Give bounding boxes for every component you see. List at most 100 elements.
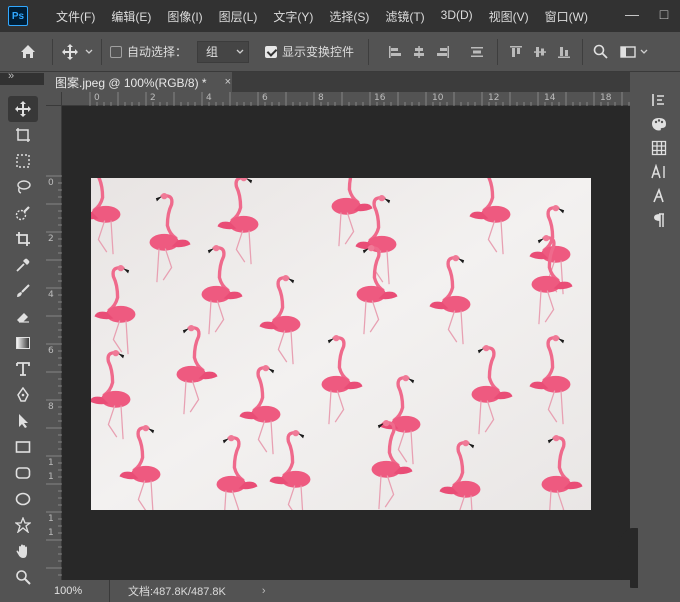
window-controls: — □ — [616, 0, 680, 32]
history-icon — [652, 94, 664, 106]
type-tool[interactable] — [4, 356, 42, 382]
path-select-tool[interactable] — [4, 408, 42, 434]
zoom-icon — [16, 570, 31, 585]
rounded-rectangle-tool[interactable] — [4, 460, 42, 486]
lasso-tool[interactable] — [4, 174, 42, 200]
lasso-icon — [17, 180, 31, 194]
workspace-icon — [620, 45, 636, 58]
pen-tool[interactable] — [4, 382, 42, 408]
move-tool[interactable] — [8, 96, 38, 122]
marquee-tool[interactable] — [4, 148, 42, 174]
eraser-tool[interactable] — [4, 304, 42, 330]
ruler-corner[interactable] — [46, 92, 62, 106]
move-tool-preset[interactable] — [61, 43, 93, 61]
history-panel-button[interactable] — [638, 88, 680, 112]
align-right-button[interactable] — [435, 45, 451, 59]
menu-filter[interactable]: 滤镜(T) — [377, 8, 432, 25]
status-menu-arrow[interactable]: › — [262, 585, 266, 597]
ruler-label: 14 — [544, 93, 556, 103]
home-icon — [21, 45, 35, 58]
search-button[interactable] — [593, 44, 608, 59]
glyphs-icon — [653, 188, 664, 203]
ruler-label: 2 — [150, 93, 156, 103]
align-middle-icon — [534, 46, 547, 57]
glyphs-panel-button[interactable] — [638, 184, 680, 208]
artboard-tool[interactable] — [4, 122, 42, 148]
gradient-tool[interactable] — [4, 330, 42, 356]
minimize-button[interactable]: — — [616, 0, 648, 28]
photoshop-logo[interactable]: Ps — [8, 6, 28, 26]
separator — [368, 38, 370, 65]
rectangle-tool[interactable] — [4, 434, 42, 460]
paragraph-panel-button[interactable] — [638, 208, 680, 232]
ruler-label: 8 — [48, 402, 54, 412]
cursor-arrow-icon — [19, 414, 28, 428]
menu-select[interactable]: 选择(S) — [321, 8, 377, 25]
eraser-icon — [17, 313, 29, 323]
character-panel-button[interactable] — [638, 160, 680, 184]
ruler-label: 6 — [262, 93, 268, 103]
document-image[interactable] — [91, 178, 591, 510]
quick-select-icon — [15, 206, 30, 221]
checkbox-box[interactable] — [265, 45, 278, 58]
eyedropper-tool[interactable] — [4, 252, 42, 278]
ellipse-tool[interactable] — [4, 486, 42, 512]
ruler-label: 8 — [318, 93, 324, 103]
ruler-label: 0 — [94, 93, 100, 103]
home-button[interactable] — [12, 38, 44, 66]
align-center-icon — [414, 45, 425, 58]
ruler-horizontal[interactable]: 0 2 4 6 8 10 12 14 16 18 — [62, 92, 630, 106]
ruler-label: 18 — [600, 93, 612, 103]
ellipse-icon — [15, 492, 31, 506]
ruler-label: 0 — [48, 178, 54, 188]
document-tab[interactable]: 图案.jpeg @ 100%(RGB/8) * × — [46, 72, 232, 92]
search-icon — [593, 44, 608, 59]
rectangle-icon — [15, 441, 31, 453]
menu-edit[interactable]: 编辑(E) — [103, 8, 159, 25]
brush-tool[interactable] — [4, 278, 42, 304]
hand-tool[interactable] — [4, 538, 42, 564]
menu-window[interactable]: 窗口(W) — [537, 8, 596, 25]
character-icon — [651, 164, 665, 179]
status-bar: 100% 文档:487.8K/487.8K › — [46, 580, 630, 602]
ruler-vertical[interactable]: 0 2 4 6 8 1 1 1 1 — [46, 106, 62, 580]
eyedropper-icon — [16, 258, 30, 272]
align-center-button[interactable] — [411, 45, 427, 59]
rounded-rectangle-icon — [15, 467, 31, 479]
menu-view[interactable]: 视图(V) — [481, 8, 537, 25]
pen-icon — [17, 387, 29, 402]
align-middle-button[interactable] — [532, 45, 548, 59]
zoom-level[interactable]: 100% — [46, 580, 110, 602]
crop-tool[interactable] — [4, 226, 42, 252]
zoom-tool[interactable] — [4, 564, 42, 590]
menu-type[interactable]: 文字(Y) — [265, 8, 321, 25]
menu-3d[interactable]: 3D(D) — [433, 8, 481, 25]
ruler-label: 1 — [48, 458, 54, 468]
menu-file[interactable]: 文件(F) — [48, 8, 103, 25]
auto-select-checkbox[interactable]: 自动选择： — [110, 43, 187, 60]
align-bottom-button[interactable] — [556, 45, 572, 59]
ruler-label: 10 — [432, 93, 444, 103]
menu-image[interactable]: 图像(I) — [159, 8, 210, 25]
workspace-button[interactable] — [620, 45, 648, 59]
auto-select-target-dropdown[interactable]: 组 — [197, 40, 250, 63]
align-top-button[interactable] — [508, 45, 524, 59]
checkbox-box[interactable] — [110, 45, 122, 58]
distribute-icon — [471, 46, 484, 57]
close-tab-button[interactable]: × — [225, 76, 231, 88]
color-panel-button[interactable] — [638, 112, 680, 136]
menu-layer[interactable]: 图层(L) — [211, 8, 266, 25]
swatches-panel-button[interactable] — [638, 136, 680, 160]
distribute-vertical-button[interactable] — [469, 45, 485, 59]
left-panel-collapse[interactable]: » — [0, 70, 44, 85]
swatches-grid-icon — [651, 140, 667, 156]
separator — [582, 38, 584, 65]
quick-select-tool[interactable] — [4, 200, 42, 226]
maximize-button[interactable]: □ — [648, 0, 680, 28]
show-transform-checkbox[interactable]: 显示变换控件 — [265, 43, 354, 60]
custom-shape-tool[interactable] — [4, 512, 42, 538]
align-top-icon — [510, 45, 523, 57]
align-left-button[interactable] — [387, 45, 403, 59]
ruler-label: 1 — [48, 528, 54, 538]
right-panel-dock — [638, 72, 680, 602]
